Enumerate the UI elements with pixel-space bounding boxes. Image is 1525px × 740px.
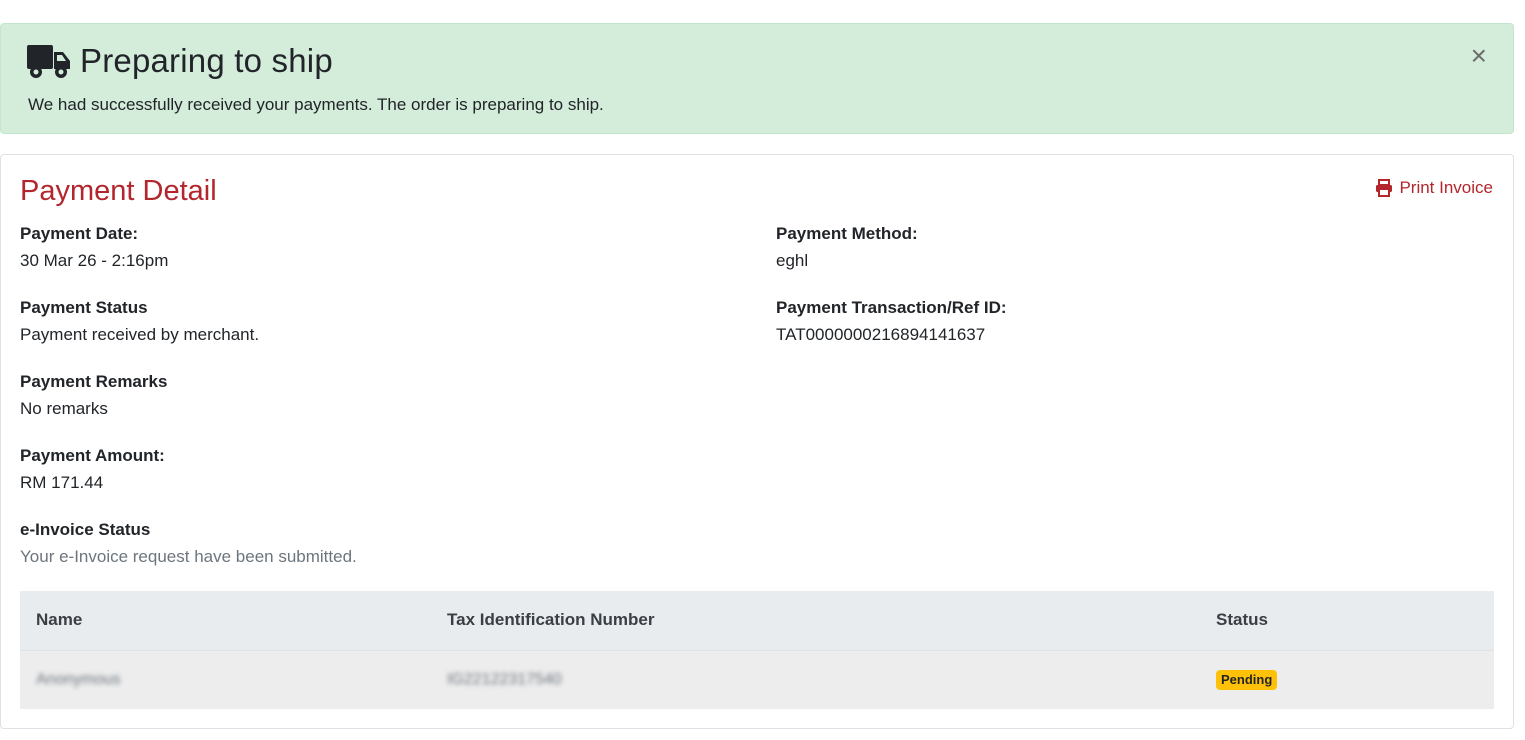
table-header: Name Tax Identification Number Status: [20, 591, 1494, 651]
payment-date-value: 30 Mar 26 - 2:16pm: [20, 251, 169, 270]
payment-status-value: Payment received by merchant.: [20, 325, 260, 344]
payment-ref-label: Payment Transaction/Ref ID:: [776, 298, 1007, 317]
payment-date-label: Payment Date:: [20, 224, 139, 243]
print-invoice-label: Print Invoice: [1399, 178, 1493, 197]
table-row: Anonymous IG22122317540 Pending: [20, 651, 1494, 709]
alert-title: Preparing to ship: [80, 42, 333, 79]
payment-amount-label: Payment Amount:: [20, 446, 165, 465]
payment-method-label: Payment Method:: [776, 224, 918, 243]
row-tin: IG22122317540: [447, 671, 562, 688]
payment-amount-field: Payment Amount: RM 171.44: [20, 446, 165, 493]
row-name: Anonymous: [36, 671, 121, 688]
truck-icon: [27, 43, 71, 79]
payment-detail-card: Payment Detail Print Invoice Payment Dat…: [0, 154, 1514, 729]
payment-remarks-label: Payment Remarks: [20, 372, 168, 391]
payment-amount-value: RM 171.44: [20, 473, 104, 492]
einvoice-status-label: e-Invoice Status: [20, 520, 151, 539]
shipping-alert: Preparing to ship We had successfully re…: [0, 23, 1514, 134]
einvoice-table: Name Tax Identification Number Status An…: [20, 591, 1494, 709]
payment-remarks-value: No remarks: [20, 399, 108, 418]
alert-message: We had successfully received your paymen…: [28, 95, 604, 114]
header-tin: Tax Identification Number: [447, 610, 655, 629]
status-badge: Pending: [1216, 670, 1278, 691]
alert-header: Preparing to ship: [27, 42, 333, 80]
payment-method-value: eghl: [776, 251, 809, 270]
header-name: Name: [36, 610, 83, 629]
payment-ref-value: TAT0000000216894141637: [776, 325, 986, 344]
payment-status-label: Payment Status: [20, 298, 148, 317]
close-icon[interactable]: ×: [1471, 42, 1487, 70]
payment-date-field: Payment Date: 30 Mar 26 - 2:16pm: [20, 224, 168, 271]
header-status: Status: [1216, 610, 1268, 629]
einvoice-status-value: Your e-Invoice request have been submitt…: [20, 547, 357, 566]
einvoice-status-field: e-Invoice Status Your e-Invoice request …: [20, 520, 357, 567]
payment-method-field: Payment Method: eghl: [776, 224, 918, 271]
print-icon: [1375, 179, 1393, 197]
payment-remarks-field: Payment Remarks No remarks: [20, 372, 167, 419]
payment-status-field: Payment Status Payment received by merch…: [20, 298, 259, 345]
payment-ref-field: Payment Transaction/Ref ID: TAT000000021…: [776, 298, 1007, 345]
payment-detail-title: Payment Detail: [20, 175, 217, 207]
print-invoice-link[interactable]: Print Invoice: [1375, 178, 1493, 198]
